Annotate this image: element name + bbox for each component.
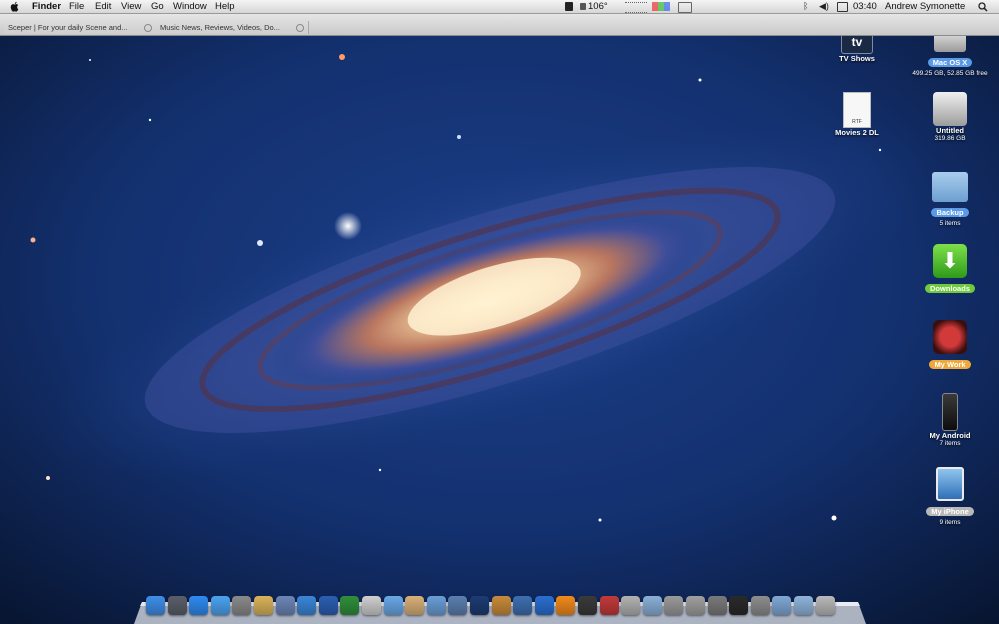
activity-monitor-icon[interactable] [729, 596, 748, 615]
desktop-icon-movies-2-dl[interactable]: RTF Movies 2 DL [812, 92, 902, 137]
menu-help[interactable]: Help [215, 1, 235, 12]
desktop-icon-my-android[interactable]: My Android 7 items [905, 393, 995, 448]
display-icon[interactable] [837, 2, 848, 12]
trash-icon[interactable] [816, 596, 835, 615]
menu-file[interactable]: File [69, 1, 84, 12]
vlc-icon[interactable] [556, 596, 575, 615]
desktop-icon-mac-os-x[interactable]: Mac OS X 499.25 GB, 52.85 GB free [905, 30, 995, 78]
applications-folder-icon[interactable] [772, 596, 791, 615]
desktop-icon-backup[interactable]: Backup 5 items [905, 172, 995, 228]
documents-folder-icon[interactable] [794, 596, 813, 615]
rtf-document-icon: RTF [843, 92, 871, 128]
photoshop-icon[interactable] [470, 596, 489, 615]
network-meter-icon[interactable] [625, 2, 647, 13]
address-book-icon[interactable] [405, 596, 424, 615]
hard-drive-icon [933, 92, 967, 126]
temperature-readout[interactable]: 106° [588, 1, 608, 12]
browser-window-tabbar: Sceper | For your daily Scene and... Mus… [0, 13, 999, 36]
status-app-icon[interactable] [565, 2, 573, 11]
desktop-icon-label: My Android [929, 431, 971, 440]
desktop-icon-label: Mac OS X [927, 58, 973, 67]
app-menu-finder[interactable]: Finder [32, 1, 61, 12]
desktop-icon-untitled[interactable]: Untitled 319.86 GB [905, 92, 995, 143]
volume-icon[interactable]: ◀) [819, 1, 829, 12]
safari-icon[interactable] [297, 596, 316, 615]
tab-title: Sceper | For your daily Scene and... [8, 23, 128, 32]
desktop-icon-label: Downloads [924, 284, 975, 293]
browser-tab[interactable]: Sceper | For your daily Scene and... [4, 21, 157, 34]
iphoto-icon[interactable] [448, 596, 467, 615]
finder-icon[interactable] [146, 596, 165, 615]
desktop-icon-info: 5 items [939, 220, 961, 227]
android-phone-icon [942, 393, 958, 431]
preview-icon[interactable] [276, 596, 295, 615]
menu-view[interactable]: View [121, 1, 141, 12]
image-capture-icon[interactable] [492, 596, 511, 615]
desktop-icon-label: My Work [929, 360, 971, 369]
dvd-player-icon[interactable] [621, 596, 640, 615]
status-menu-icon[interactable] [678, 2, 692, 13]
disk-utility-icon[interactable] [686, 596, 705, 615]
script-editor-icon[interactable] [232, 596, 251, 615]
loading-spinner-icon [144, 24, 152, 32]
desktop-icon-my-iphone[interactable]: My iPhone 9 items [905, 467, 995, 527]
desktop-icon-info: 7 items [939, 440, 961, 447]
bluetooth-icon[interactable]: ᛒ [803, 2, 809, 11]
desktop-icon-label: Movies 2 DL [835, 128, 879, 137]
desktop-icon-info: 319.86 GB [934, 135, 966, 142]
thermometer-icon [580, 3, 586, 10]
mail-icon[interactable] [384, 596, 403, 615]
desktop-icon-info: 499.25 GB, 52.85 GB free [912, 70, 988, 77]
desktop-icon-label: TV Shows [839, 54, 875, 63]
utility-icon[interactable] [643, 596, 662, 615]
notes-icon[interactable] [254, 596, 273, 615]
folder-icon [932, 172, 968, 202]
downloads-icon: ⬇ [933, 244, 967, 278]
tab-title: Music News, Reviews, Videos, Do... [160, 23, 280, 32]
clock[interactable]: 03:40 [853, 1, 877, 12]
my-work-icon [933, 320, 967, 354]
desktop-icon-label: My iPhone [926, 507, 974, 516]
quicktime-icon[interactable] [513, 596, 532, 615]
preferences-icon[interactable] [664, 596, 683, 615]
menu-window[interactable]: Window [173, 1, 207, 12]
app-store-icon[interactable] [189, 596, 208, 615]
itunes-icon[interactable] [427, 596, 446, 615]
printer-icon[interactable] [708, 596, 727, 615]
final-cut-icon[interactable] [578, 596, 597, 615]
excel-icon[interactable] [340, 596, 359, 615]
cpu-meter-icon[interactable] [652, 2, 670, 11]
desktop-icon-label: Untitled [936, 126, 964, 135]
iphone-icon [936, 467, 964, 501]
loading-spinner-icon [296, 24, 304, 32]
menu-bar: Finder File Edit View Go Window Help 106… [0, 0, 999, 14]
menu-edit[interactable]: Edit [95, 1, 111, 12]
desktop-icon-info: 9 items [939, 519, 961, 526]
browser-tab[interactable]: Music News, Reviews, Videos, Do... [156, 21, 309, 34]
desktop-icon-downloads[interactable]: ⬇ Downloads [905, 244, 995, 296]
launchpad-icon[interactable] [168, 596, 187, 615]
menu-go[interactable]: Go [151, 1, 164, 12]
desktop-icon-my-work[interactable]: My Work [905, 320, 995, 372]
desktop-icon-label: Backup [931, 208, 969, 217]
clapboard-icon[interactable] [600, 596, 619, 615]
user-name-menu[interactable]: Andrew Symonette [885, 1, 965, 12]
q-app-icon[interactable] [535, 596, 554, 615]
word-icon[interactable] [319, 596, 338, 615]
ipod-icon[interactable] [362, 596, 381, 615]
messages-icon[interactable] [211, 596, 230, 615]
spotlight-search-icon[interactable] [978, 2, 988, 12]
system-preferences-icon[interactable] [751, 596, 770, 615]
apple-menu-icon[interactable] [10, 1, 20, 12]
